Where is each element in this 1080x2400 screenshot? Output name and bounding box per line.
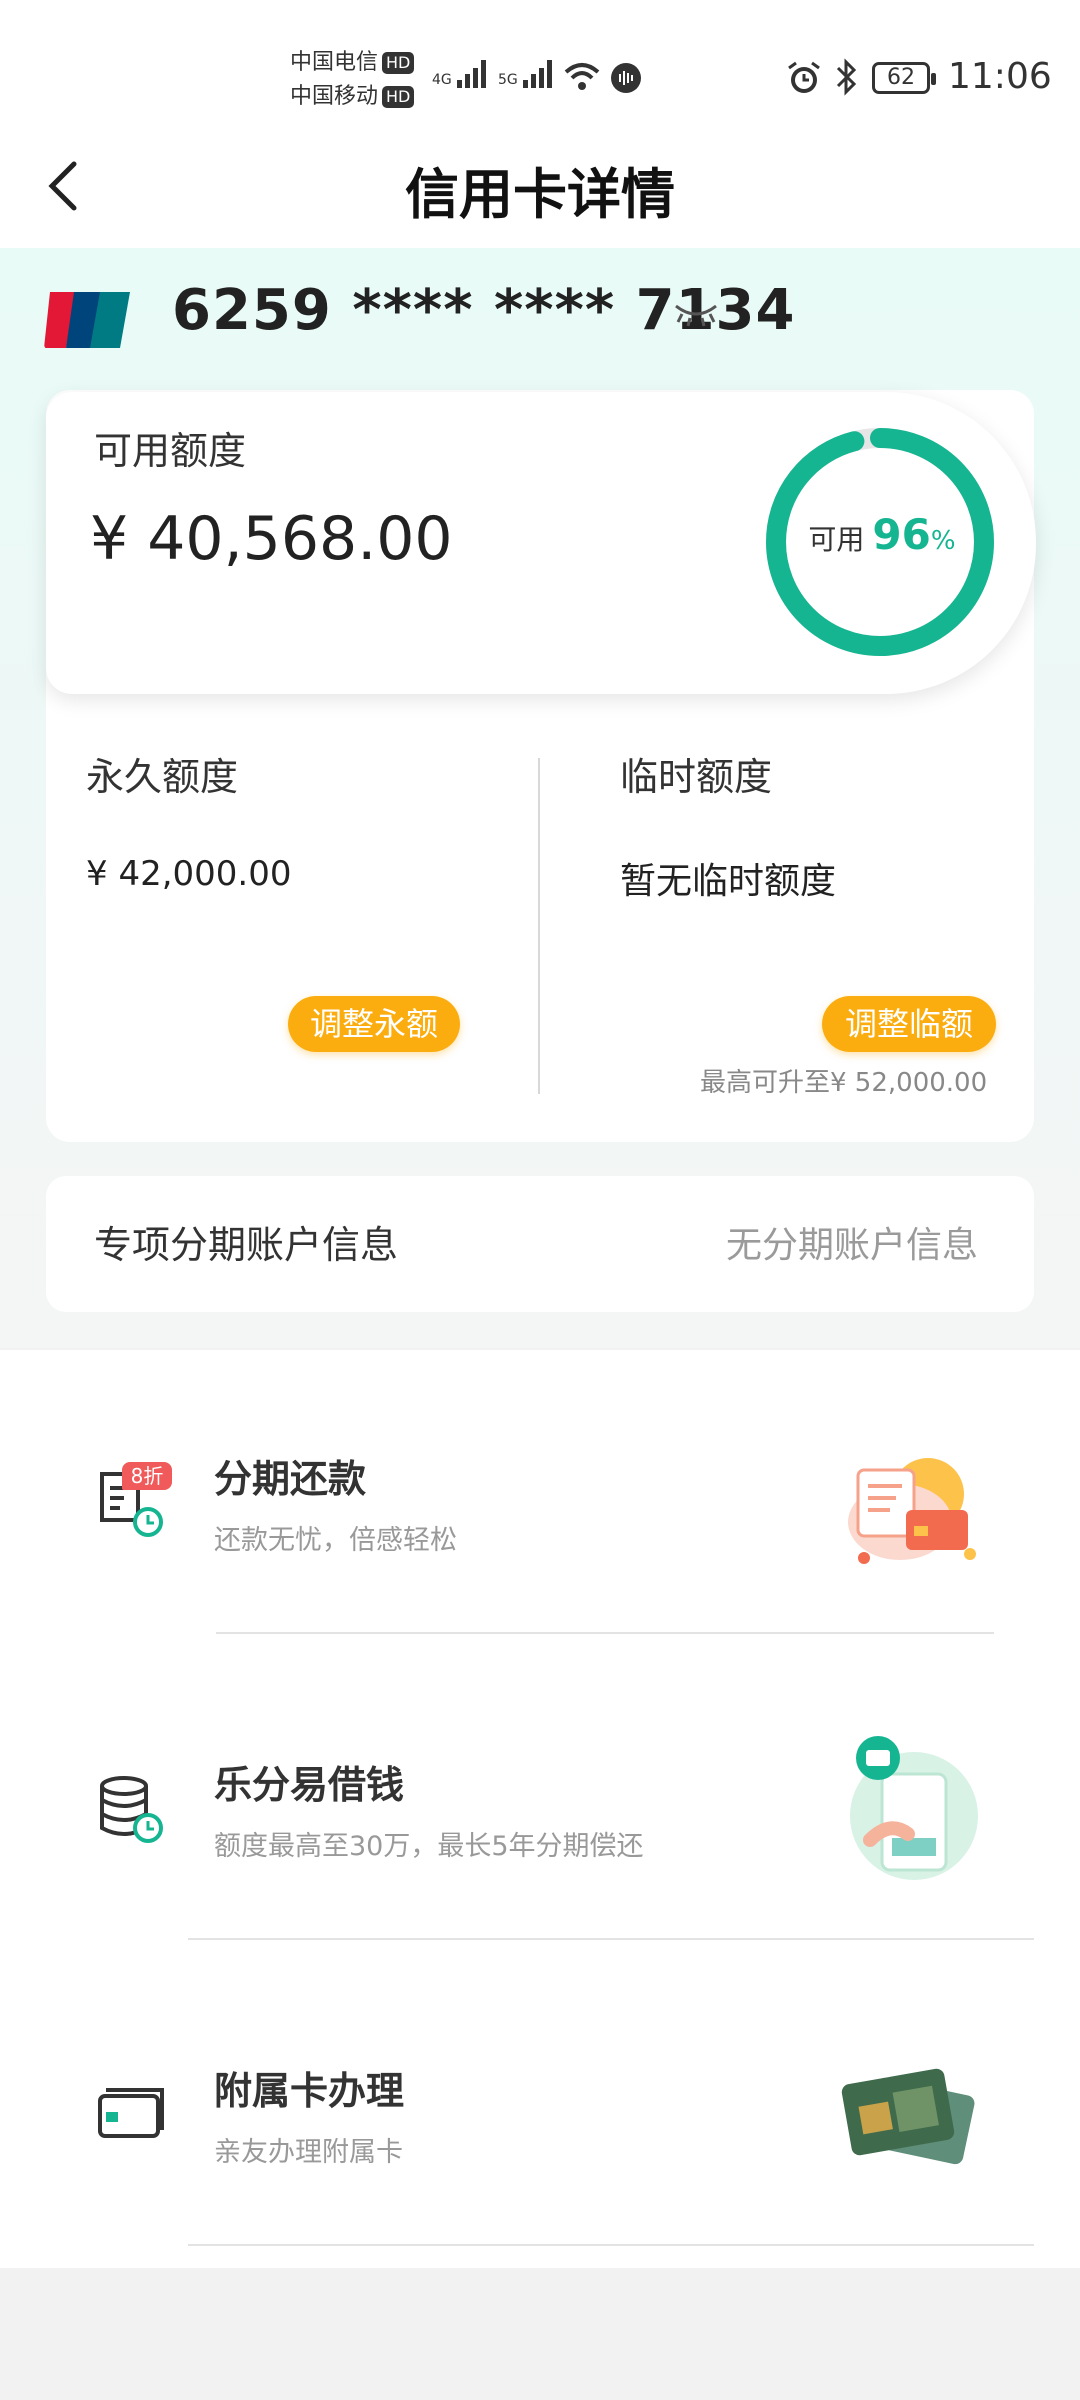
carrier-1: 中国电信 HD — [290, 46, 415, 80]
discount-badge: 8折 — [122, 1462, 172, 1490]
clock: 11:06 — [948, 56, 1052, 97]
service-desc: 亲友办理附属卡 — [214, 2137, 403, 2168]
coins-clock-icon — [100, 1776, 163, 1843]
divider — [188, 1938, 1034, 1940]
adjust-temporary-button[interactable]: 调整临额 — [822, 996, 996, 1052]
installment-illustration-icon — [848, 1458, 976, 1564]
service-title: 附属卡办理 — [214, 2069, 405, 2113]
temporary-limit-label: 临时额度 — [620, 755, 773, 799]
loan-illustration-icon — [850, 1736, 978, 1880]
signal-5g-icon: 5G — [498, 58, 552, 88]
card-illustration-icon — [841, 2068, 975, 2165]
voice-icon — [611, 63, 641, 93]
service-title: 乐分易借钱 — [214, 1763, 405, 1807]
signal-4g-icon: 4G — [432, 58, 486, 88]
available-limit-amount: ¥ 40,568.00 — [90, 504, 453, 574]
divider — [216, 1632, 994, 1634]
available-percent-text: 可用 96% — [808, 510, 956, 559]
battery-icon: 62 — [872, 62, 936, 94]
alarm-icon — [788, 61, 820, 93]
installment-account-value: 无分期账户信息 — [726, 1225, 979, 1266]
wifi-icon — [564, 63, 600, 90]
temporary-limit-amount: 暂无临时额度 — [620, 861, 837, 902]
bluetooth-icon — [836, 58, 857, 96]
temporary-max-note: 最高可升至¥ 52,000.00 — [700, 1068, 988, 1098]
available-limit-label: 可用额度 — [94, 429, 247, 473]
divider — [188, 2244, 1034, 2246]
permanent-limit-label: 永久额度 — [86, 755, 239, 799]
adjust-permanent-button[interactable]: 调整永额 — [288, 996, 460, 1052]
carrier-2: 中国移动 HD — [290, 80, 415, 114]
unionpay-logo-icon — [44, 292, 130, 348]
divider — [538, 758, 540, 1094]
installment-account-label: 专项分期账户信息 — [94, 1223, 399, 1267]
eye-closed-icon[interactable] — [672, 300, 720, 328]
permanent-limit-amount: ¥ 42,000.00 — [86, 854, 292, 894]
service-desc: 还款无忧，倍感轻松 — [214, 1525, 457, 1556]
service-title: 分期还款 — [214, 1457, 367, 1501]
service-desc: 额度最高至30万，最长5年分期偿还 — [214, 1831, 644, 1862]
card-icon — [98, 2088, 164, 2138]
page-title: 信用卡详情 — [405, 163, 675, 226]
